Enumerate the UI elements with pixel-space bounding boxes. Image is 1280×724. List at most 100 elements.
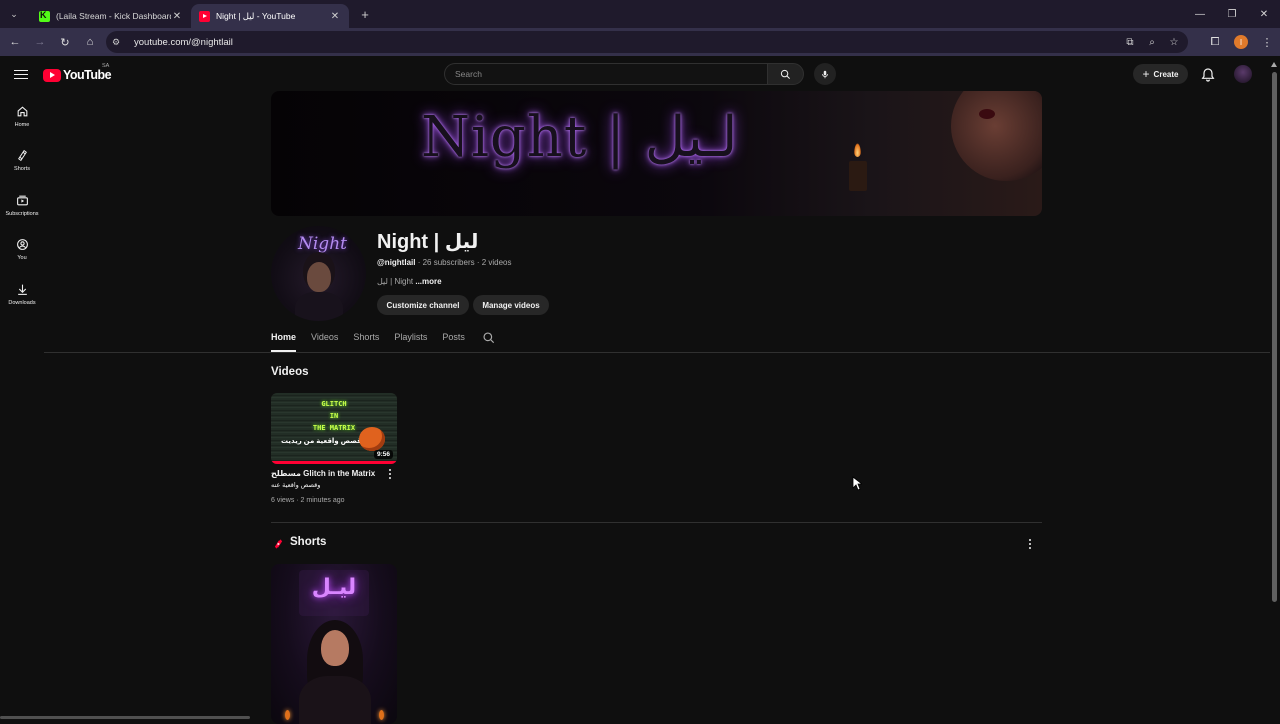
watch-progress-bar xyxy=(271,461,397,464)
video-meta: 6 views · 2 minutes ago xyxy=(271,497,345,504)
channel-banner: Night | لـيل xyxy=(271,91,1042,216)
banner-mouth-decoration xyxy=(979,109,995,119)
channel-description[interactable]: ليل | Night ...more xyxy=(377,277,442,286)
video-more-options-icon[interactable] xyxy=(385,468,395,480)
browser-tab-title: (Laila Stream - Kick Dashboard xyxy=(56,11,171,21)
install-app-icon[interactable]: ⧉ xyxy=(1122,34,1138,50)
subscriptions-icon xyxy=(16,195,28,205)
channel-search-icon[interactable] xyxy=(482,331,496,345)
section-divider xyxy=(271,522,1042,523)
extensions-icon[interactable]: ⧠ xyxy=(1202,30,1228,54)
search-icon xyxy=(780,69,790,79)
back-icon[interactable]: ← xyxy=(3,30,27,54)
minimize-icon[interactable]: — xyxy=(1184,0,1216,28)
tab-playlists[interactable]: Playlists xyxy=(394,326,427,352)
window-controls: — ❐ ✕ xyxy=(1184,0,1280,28)
rail-label: Downloads xyxy=(8,299,36,306)
close-icon[interactable]: ✕ xyxy=(171,11,183,22)
candle-decoration xyxy=(849,161,867,191)
channel-tabs: Home Videos Shorts Playlists Posts xyxy=(271,326,496,352)
profile-avatar-icon[interactable]: l xyxy=(1234,35,1248,49)
youtube-header: YouTube SA Search + Create xyxy=(0,56,1280,94)
address-url: youtube.com/@nightlail xyxy=(134,36,233,48)
pumpkin-decoration xyxy=(359,427,385,451)
rail-item-shorts[interactable]: Shorts xyxy=(0,139,44,183)
rail-item-downloads[interactable]: Downloads xyxy=(0,272,44,316)
tab-shorts[interactable]: Shorts xyxy=(353,326,379,352)
thumbnail-arabic-text: قصص واقعية من ريديت xyxy=(281,438,362,445)
tabs-divider xyxy=(44,352,1270,353)
plus-icon: + xyxy=(1142,66,1150,81)
bookmark-star-icon[interactable]: ☆ xyxy=(1166,34,1182,50)
home-icon xyxy=(17,105,27,116)
account-avatar[interactable] xyxy=(1234,65,1252,83)
notifications-bell-icon[interactable] xyxy=(1200,67,1216,83)
more-link[interactable]: ...more xyxy=(415,277,441,286)
shorts-logo-icon xyxy=(274,539,283,549)
channel-description-text: ليل | Night xyxy=(377,277,416,286)
restore-icon[interactable]: ❐ xyxy=(1216,0,1248,28)
close-icon[interactable]: ✕ xyxy=(329,11,341,22)
left-guide-rail: Home Shorts Subscriptions You Downloads xyxy=(0,94,44,317)
search-input[interactable]: Search xyxy=(444,63,767,85)
horizontal-scrollbar[interactable] xyxy=(0,716,250,719)
tab-search-menu[interactable]: ⌄ xyxy=(5,5,23,23)
customize-channel-button[interactable]: Customize channel xyxy=(377,295,469,315)
candle-flame-decoration xyxy=(854,143,861,157)
forward-icon[interactable]: → xyxy=(28,30,52,54)
voice-search-button[interactable] xyxy=(814,63,836,85)
short-figure-body xyxy=(299,676,371,724)
browser-menu-icon[interactable]: ⋮ xyxy=(1254,30,1280,54)
video-duration: 9:56 xyxy=(373,450,393,459)
video-title-line2[interactable]: وقصص واقعية عنه xyxy=(271,481,320,489)
menu-icon[interactable] xyxy=(14,67,28,81)
address-bar[interactable]: ⚙ youtube.com/@nightlail ⧉ ⌕ ☆ xyxy=(106,31,1188,53)
rail-item-home[interactable]: Home xyxy=(0,94,44,138)
thumbnail-text-line: IN xyxy=(329,412,339,420)
page-scrollbar[interactable] xyxy=(1269,60,1279,720)
cursor-arrow-icon xyxy=(852,476,862,491)
video-title[interactable]: مسطلح Glitch in the Matrix xyxy=(271,469,381,478)
kick-favicon xyxy=(39,10,50,22)
short-thumbnail[interactable]: ليـل xyxy=(271,564,397,724)
manage-videos-button[interactable]: Manage videos xyxy=(473,295,549,315)
youtube-logo[interactable]: YouTube SA xyxy=(43,63,112,82)
channel-avatar[interactable]: Night xyxy=(271,226,366,321)
video-thumbnail[interactable]: GLITCH IN THE MATRIX قصص واقعية من ريديت… xyxy=(271,393,397,464)
scrollbar-thumb[interactable] xyxy=(1272,72,1277,602)
search-placeholder: Search xyxy=(455,69,482,79)
channel-handle: @nightlail xyxy=(377,258,416,267)
tab-videos[interactable]: Videos xyxy=(311,326,338,352)
avatar-figure-body xyxy=(295,292,343,321)
short-figure-face xyxy=(321,630,349,666)
reload-icon[interactable]: ↻ xyxy=(53,30,77,54)
banner-text: Night | لـيل xyxy=(421,105,738,170)
youtube-play-icon xyxy=(43,68,61,82)
youtube-favicon xyxy=(199,10,210,22)
browser-tab-kick[interactable]: (Laila Stream - Kick Dashboard ✕ xyxy=(31,4,191,28)
search-button[interactable] xyxy=(767,63,804,85)
country-code: SA xyxy=(102,63,110,69)
rail-item-you[interactable]: You xyxy=(0,228,44,272)
microphone-icon xyxy=(822,70,828,78)
rail-item-subscriptions[interactable]: Subscriptions xyxy=(0,183,44,227)
tab-posts[interactable]: Posts xyxy=(442,326,465,352)
home-browser-icon[interactable]: ⌂ xyxy=(78,30,102,54)
rail-label: Home xyxy=(14,121,30,128)
tab-home[interactable]: Home xyxy=(271,326,297,352)
zoom-icon[interactable]: ⌕ xyxy=(1144,34,1160,50)
channel-meta: @nightlail · 26 subscribers · 2 videos xyxy=(377,258,512,267)
candle-decoration xyxy=(285,710,290,720)
create-button[interactable]: + Create xyxy=(1133,64,1188,84)
new-tab-button[interactable]: + xyxy=(357,7,373,22)
candle-decoration xyxy=(379,710,384,720)
rail-label: Subscriptions xyxy=(5,210,39,217)
shorts-more-options-icon[interactable] xyxy=(1025,538,1035,550)
browser-tab-youtube[interactable]: Night | ليل - YouTube ✕ xyxy=(191,4,349,28)
avatar-figure-head xyxy=(307,262,331,292)
close-window-icon[interactable]: ✕ xyxy=(1248,0,1280,28)
site-info-icon[interactable]: ⚙ xyxy=(112,37,126,48)
rail-label: Shorts xyxy=(14,166,30,172)
create-label: Create xyxy=(1153,69,1179,79)
scroll-up-arrow-icon[interactable] xyxy=(1271,62,1277,67)
